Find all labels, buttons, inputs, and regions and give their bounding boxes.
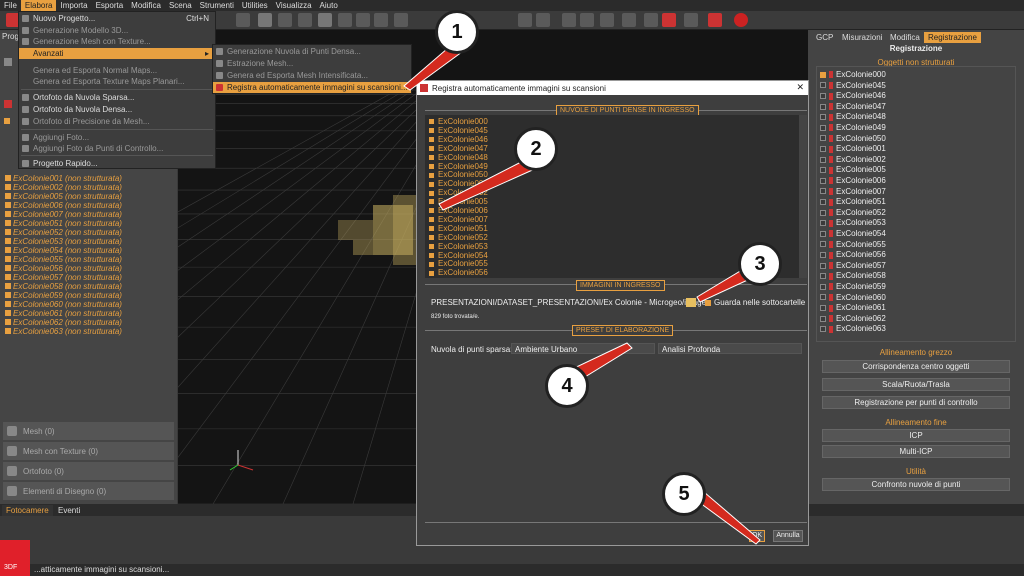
callout-3: 3	[738, 242, 782, 286]
callout-2: 2	[514, 127, 558, 171]
callout-1: 1	[435, 10, 479, 54]
arrow-2	[438, 159, 539, 211]
arrow-1	[403, 47, 464, 91]
arrow-5	[695, 491, 761, 545]
annotation-arrows	[403, 47, 761, 545]
callout-4: 4	[545, 364, 589, 408]
callout-5: 5	[662, 472, 706, 516]
